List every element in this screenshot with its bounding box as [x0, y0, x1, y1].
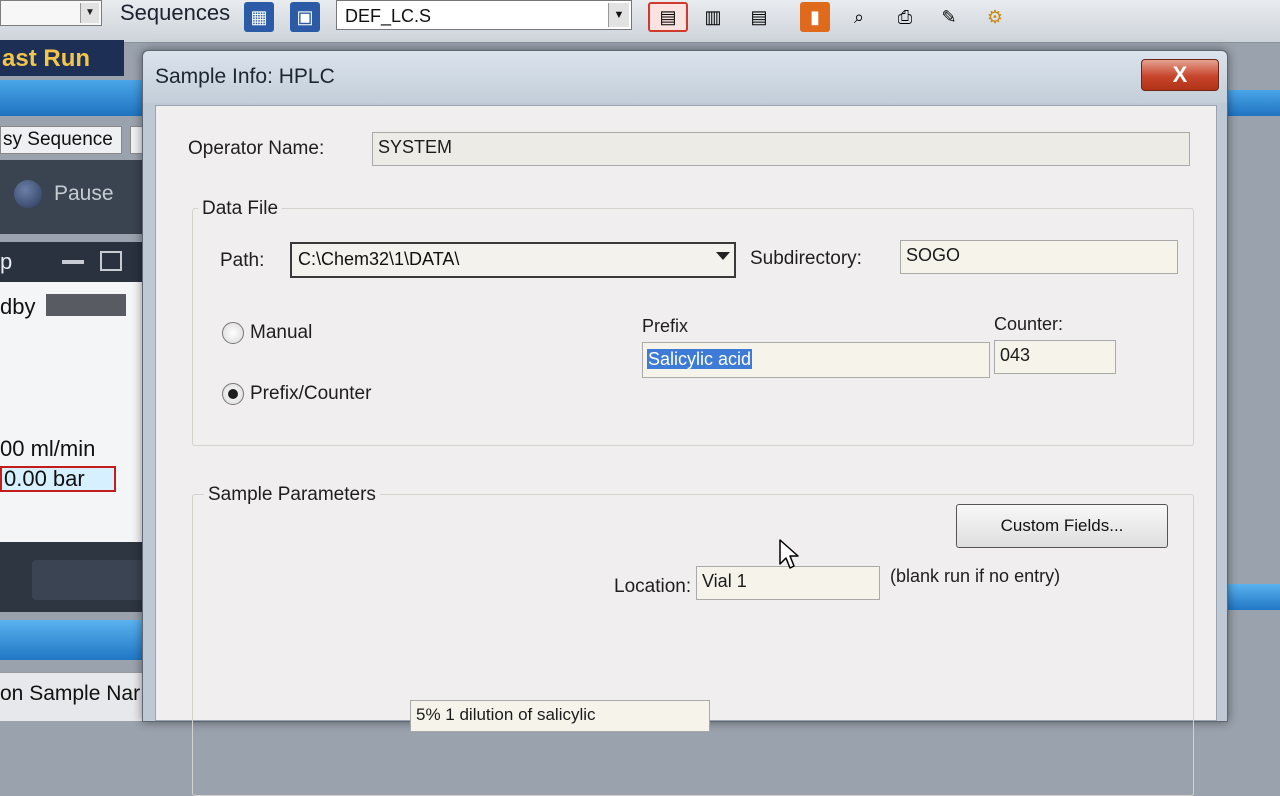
toolbar-combo-left[interactable]: ▼	[0, 0, 102, 26]
prefix-counter-radio-label: Prefix/Counter	[250, 383, 372, 404]
close-icon: X	[1172, 62, 1188, 87]
counter-label: Counter:	[994, 314, 1064, 334]
subdirectory-field[interactable]: SOGO	[900, 240, 1178, 274]
sample-info-dialog: Sample Info: HPLC X Operator Name: SYSTE…	[142, 50, 1228, 796]
prefix-counter-radio[interactable]: Prefix/Counter	[222, 383, 371, 405]
pause-button[interactable]: Pause	[14, 180, 114, 208]
minimize-icon[interactable]	[62, 260, 84, 264]
pump-panel-header: p	[0, 242, 146, 282]
sample-parameters-group-title: Sample Parameters	[204, 484, 380, 506]
manual-radio[interactable]: Manual	[222, 322, 312, 344]
lower-control-bar	[0, 542, 150, 612]
maximize-icon[interactable]	[100, 251, 122, 271]
location-field[interactable]: Vial 1	[696, 566, 880, 600]
pressure-readout: 0.00 bar	[0, 466, 116, 492]
manual-radio-label: Manual	[250, 322, 313, 343]
counter-field[interactable]: 043	[994, 340, 1116, 374]
blue-banner-right	[1220, 90, 1280, 116]
blue-banner	[0, 80, 148, 116]
pause-icon	[14, 180, 42, 208]
print-icon[interactable]: ⎙	[890, 2, 920, 32]
book-icon[interactable]: ▮	[800, 2, 830, 32]
blue-banner-lower-right	[1228, 584, 1280, 610]
dialog-client-area: Operator Name: SYSTEM Data File Path: C:…	[155, 105, 1217, 796]
subdirectory-label: Subdirectory:	[750, 248, 862, 269]
prefix-field[interactable]: Salicylic acid	[642, 342, 990, 378]
method-select-value: DEF_LC.S	[345, 6, 432, 26]
operator-name-field[interactable]: SYSTEM	[372, 132, 1190, 166]
mouse-pointer-icon	[779, 539, 799, 569]
load-sequence-icon[interactable]: ▦	[244, 2, 274, 32]
lower-control-button[interactable]	[32, 560, 150, 600]
close-button[interactable]: X	[1141, 59, 1219, 91]
instrument-view-icon[interactable]: ▥	[698, 2, 728, 32]
pause-label: Pause	[54, 182, 114, 205]
signal-view-icon[interactable]: ▤	[744, 2, 774, 32]
prefix-counter-radio-button[interactable]	[222, 383, 244, 405]
edit-icon[interactable]: ✎	[934, 2, 964, 32]
dialog-title: Sample Info: HPLC	[155, 65, 335, 88]
pump-status-panel	[0, 242, 146, 542]
path-select-value: C:\Chem32\1\DATA\	[298, 249, 460, 269]
data-file-group-title: Data File	[198, 198, 283, 220]
save-sequence-icon[interactable]: ▣	[290, 2, 320, 32]
prefix-field-selected-text: Salicylic acid	[647, 349, 753, 369]
tab-easy-sequence[interactable]: sy Sequence	[0, 126, 122, 154]
method-view-icon[interactable]: ▤	[648, 2, 688, 32]
main-toolbar: ▼ Sequences ▦ ▣ DEF_LC.S ▼ ▤ ▥ ▤ ▮ ⌕ ⎙ ✎…	[0, 0, 1280, 43]
flow-rate-readout: 00 ml/min	[0, 436, 96, 461]
radio-selected-dot	[228, 389, 238, 399]
chevron-down-icon[interactable]: ▼	[608, 3, 629, 27]
standby-status-bar	[46, 294, 126, 316]
path-label: Path:	[220, 250, 265, 271]
path-select[interactable]: C:\Chem32\1\DATA\	[290, 242, 736, 278]
sample-table-header: on Sample Nar	[0, 672, 150, 721]
settings-icon[interactable]: ⚙	[980, 2, 1010, 32]
manual-radio-button[interactable]	[222, 322, 244, 344]
dialog-titlebar[interactable]: Sample Info: HPLC X	[143, 51, 1227, 103]
operator-name-label: Operator Name:	[188, 138, 325, 159]
preview-icon[interactable]: ⌕	[844, 2, 874, 32]
custom-fields-button[interactable]: Custom Fields...	[956, 504, 1168, 548]
last-run-label: ast Run	[0, 40, 124, 76]
standby-label: dby	[0, 294, 36, 319]
prefix-label: Prefix	[642, 316, 689, 336]
sample-name-field[interactable]: 5% 1 dilution of salicylic	[410, 700, 710, 732]
sequences-label: Sequences	[120, 0, 231, 25]
chevron-down-icon[interactable]	[716, 252, 730, 260]
blue-banner-lower	[0, 620, 150, 660]
pump-panel-title: p	[0, 249, 13, 274]
location-hint: (blank run if no entry)	[890, 566, 1061, 586]
chevron-down-icon[interactable]: ▼	[80, 3, 99, 23]
location-label: Location:	[614, 576, 692, 597]
method-select[interactable]: DEF_LC.S ▼	[336, 0, 632, 30]
